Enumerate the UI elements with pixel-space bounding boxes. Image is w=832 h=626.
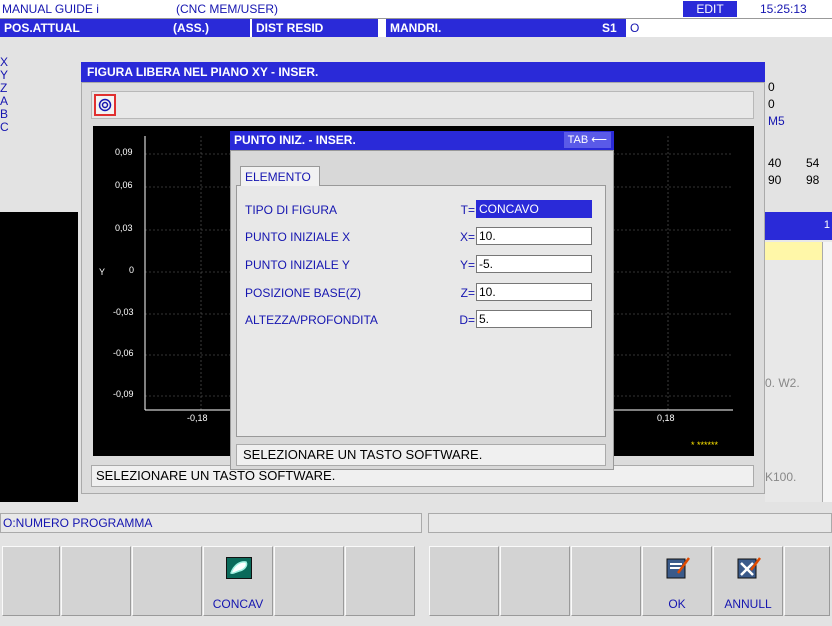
softkey-3[interactable] [132, 546, 202, 616]
field-key-d: D= [459, 313, 475, 327]
start-y-field[interactable]: -5. [476, 255, 592, 273]
start-x-field[interactable]: 10. [476, 227, 592, 245]
scale-marker: * ****** [691, 440, 719, 450]
softkey-concav[interactable]: CONCAV [203, 546, 273, 616]
tab-hint: TAB ⟵ [563, 132, 611, 148]
mode-path: (CNC MEM/USER) [176, 2, 278, 16]
clock: 15:25:13 [760, 2, 807, 16]
y-tick-label: -0,03 [113, 307, 134, 317]
y-tick-label: -0,06 [113, 348, 134, 358]
softkey-ok[interactable]: OK [642, 546, 712, 616]
dialog-title: FIGURA LIBERA NEL PIANO XY - INSER. [81, 62, 765, 82]
dist-resid-header: DIST RESID [252, 19, 378, 37]
field-key-x: X= [459, 230, 475, 244]
right-val-m5: M5 [768, 114, 785, 128]
softkey-ok-label: OK [668, 597, 686, 611]
abs-label: (ASS.) [173, 21, 209, 35]
position-header: POS.ATTUAL (ASS.) DIST RESID MANDRI. S1 … [0, 19, 832, 37]
y-tick-label: 0 [129, 265, 135, 275]
right-val-1: 0 [768, 80, 775, 94]
tab-elemento[interactable]: ELEMENTO [240, 166, 320, 186]
axis-c: C [0, 120, 9, 134]
popup-status-bar: SELEZIONARE UN TASTO SOFTWARE. [236, 444, 606, 466]
softkey-12[interactable] [784, 546, 830, 616]
x-tick-label: 0,18 [657, 413, 675, 423]
s1-label: S1 [602, 21, 617, 35]
input-bar [428, 513, 832, 533]
top-status-bar: MANUAL GUIDE i (CNC MEM/USER) EDIT 15:25… [0, 0, 832, 19]
softkey-9[interactable] [571, 546, 641, 616]
field-key-t: T= [460, 203, 475, 217]
popup-title-text: PUNTO INIZ. - INSER. [234, 133, 356, 147]
softkey-7[interactable] [429, 546, 499, 616]
right-panel-num: 1 [823, 219, 830, 231]
field-label-base-z: POSIZIONE BASE(Z) [245, 286, 362, 300]
softkey-concav-label: CONCAV [212, 597, 264, 611]
pos-actual-header: POS.ATTUAL (ASS.) [0, 19, 250, 37]
y-tick-label: 0,03 [115, 223, 133, 233]
softkey-6[interactable] [345, 546, 415, 616]
shape-type-field[interactable]: CONCAVO [476, 200, 592, 218]
y-tick-label: 0,06 [115, 180, 133, 190]
softkey-2[interactable] [61, 546, 131, 616]
app-name: MANUAL GUIDE i [2, 2, 99, 16]
right-val-2: 0 [768, 97, 775, 111]
right-val-w2: 0. W2. [765, 376, 800, 390]
program-number-bar: O:NUMERO PROGRAMMA [0, 513, 422, 533]
ok-icon [666, 557, 690, 579]
right-val-4b: 54 [806, 156, 820, 170]
field-label-shape-type: TIPO DI FIGURA [245, 203, 338, 217]
field-label-start-y: PUNTO INIZIALE Y [245, 258, 350, 272]
background-program-area [0, 212, 78, 502]
axis-list: X Y Z A B C [0, 56, 12, 134]
y-axis-label: Y [99, 267, 106, 277]
right-panel-header: 1 [765, 212, 832, 240]
right-val-k100: K100. [765, 470, 797, 484]
shape-icon-bar [91, 91, 754, 119]
height-depth-field[interactable]: 5. [476, 310, 592, 328]
softkey-1[interactable] [2, 546, 60, 616]
y-tick-label: 0,09 [115, 147, 133, 157]
pos-label: POS.ATTUAL [4, 21, 80, 35]
right-panel-highlight [765, 242, 822, 260]
spindle-header: MANDRI. S1 [386, 19, 626, 37]
field-key-y: Y= [459, 258, 475, 272]
program-o-label: O [630, 21, 640, 35]
y-tick-label: -0,09 [113, 389, 134, 399]
right-val-5a: 90 [768, 173, 782, 187]
x-tick-label: -0,18 [187, 413, 208, 423]
right-val-4a: 40 [768, 156, 782, 170]
field-label-height-depth: ALTEZZA/PROFONDITA [245, 313, 378, 327]
field-label-start-x: PUNTO INIZIALE X [245, 230, 351, 244]
softkey-8[interactable] [500, 546, 570, 616]
concave-shape-icon [226, 557, 252, 579]
edit-mode-badge: EDIT [683, 1, 737, 17]
base-z-field[interactable]: 10. [476, 283, 592, 301]
start-point-icon[interactable] [94, 94, 116, 116]
softkey-row: CONCAV OK ANNULL [0, 546, 832, 616]
softkey-5[interactable] [274, 546, 344, 616]
right-val-5b: 98 [806, 173, 820, 187]
softkey-annull-label: ANNULL [724, 597, 772, 611]
softkey-annull[interactable]: ANNULL [713, 546, 783, 616]
spindle-label: MANDRI. [390, 21, 442, 35]
popup-title: PUNTO INIZ. - INSER. TAB ⟵ [230, 131, 614, 150]
right-scrollbar[interactable] [822, 242, 832, 502]
field-key-z: Z= [460, 286, 475, 300]
cancel-icon [737, 557, 761, 579]
